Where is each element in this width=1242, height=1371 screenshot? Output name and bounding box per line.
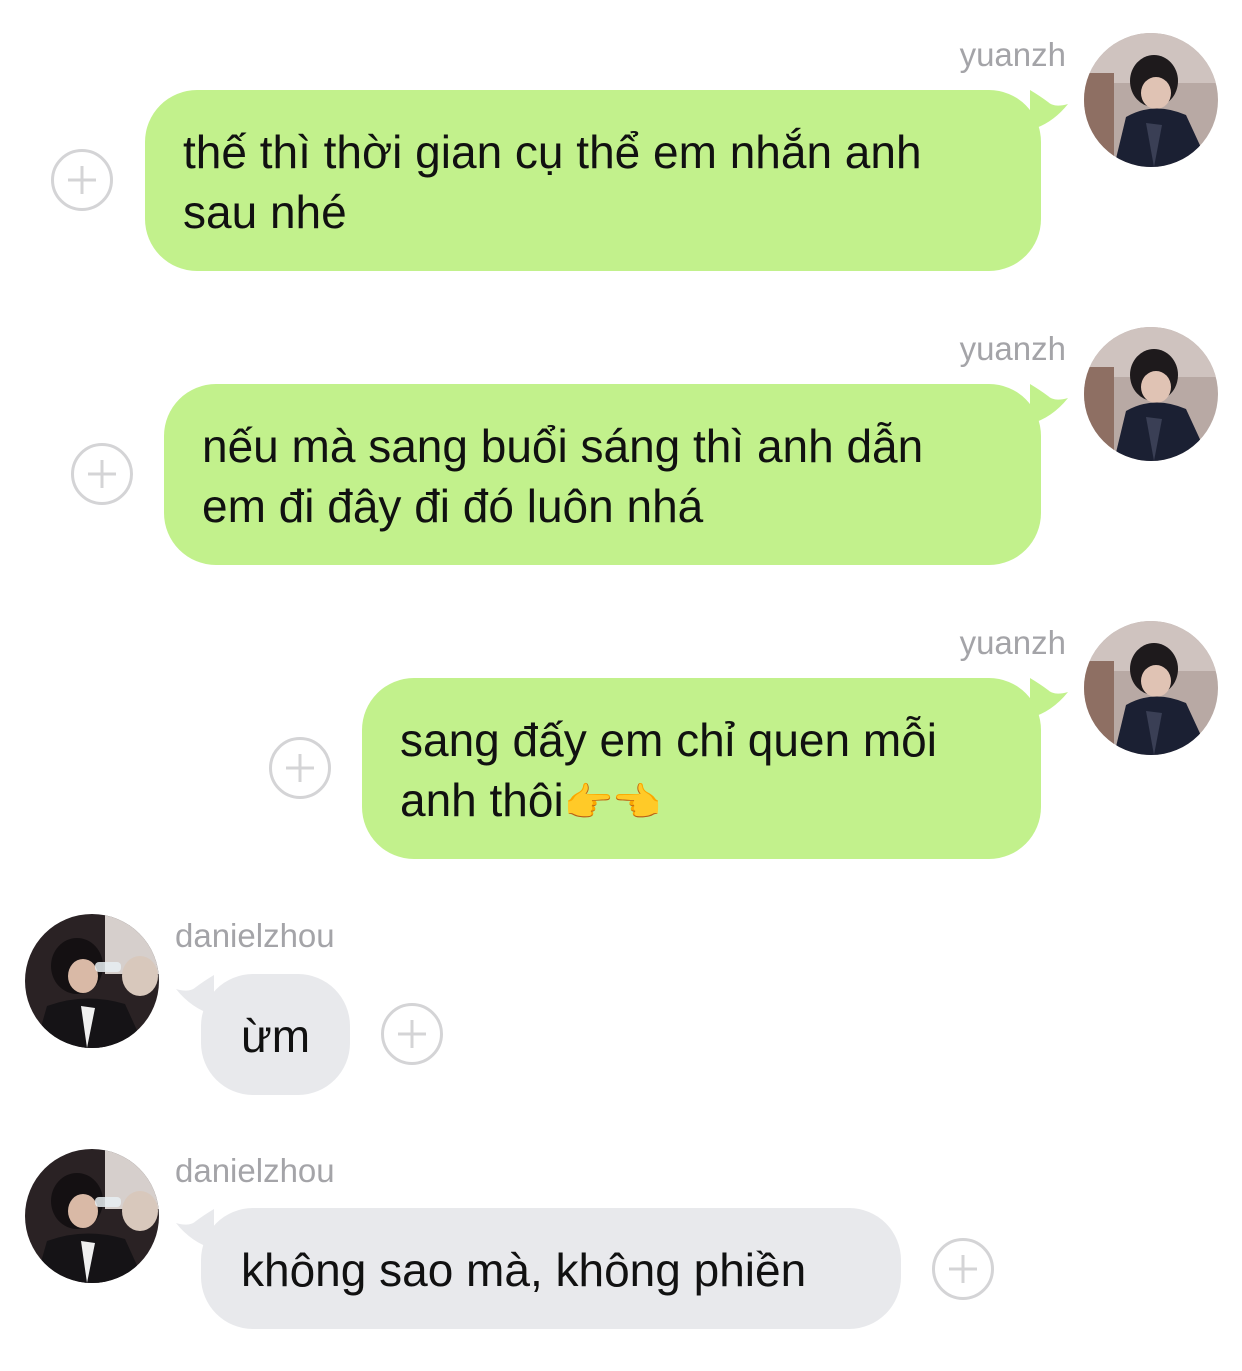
add-reaction-button[interactable]	[932, 1238, 994, 1300]
avatar-photo	[1084, 621, 1218, 755]
sender-name: danielzhou	[175, 917, 335, 954]
avatar-danielzhou[interactable]	[25, 914, 159, 1048]
message-text-line: anh thôi👉👈	[400, 770, 1005, 833]
pointing-fingers-emoji: 👉👈	[563, 781, 662, 825]
avatar-yuanzh[interactable]	[1084, 621, 1218, 755]
message-text-line: thế thì thời gian cụ thể em nhắn anh	[183, 126, 922, 178]
plus-circle-icon	[932, 1238, 994, 1300]
message-text-line: sau nhé	[183, 186, 347, 238]
avatar-yuanzh[interactable]	[1084, 327, 1218, 461]
message-text-line: ừm	[241, 1010, 311, 1062]
avatar-photo	[25, 1149, 159, 1283]
message-bubble[interactable]: không sao mà, không phiền	[201, 1208, 901, 1329]
add-reaction-button[interactable]	[71, 443, 133, 505]
plus-circle-icon	[381, 1003, 443, 1065]
avatar-photo	[1084, 33, 1218, 167]
message-text-line: không sao mà, không phiền	[241, 1244, 807, 1296]
add-reaction-button[interactable]	[381, 1003, 443, 1065]
message-text-line: nếu mà sang buổi sáng thì anh dẫn	[202, 420, 924, 472]
sender-name: yuanzh	[959, 330, 1066, 367]
avatar-photo	[25, 914, 159, 1048]
avatar-photo	[1084, 327, 1218, 461]
avatar-danielzhou[interactable]	[25, 1149, 159, 1283]
sender-name: danielzhou	[175, 1152, 335, 1189]
sender-name: yuanzh	[959, 624, 1066, 661]
message-bubble[interactable]: thế thì thời gian cụ thể em nhắn anh sau…	[145, 90, 1041, 271]
message-text: anh thôi	[400, 774, 564, 826]
message-text-line: sang đấy em chỉ quen mỗi	[400, 714, 937, 766]
message-text-line: em đi đây đi đó luôn nhá	[202, 480, 704, 532]
sender-name: yuanzh	[959, 36, 1066, 73]
message-bubble[interactable]: sang đấy em chỉ quen mỗi anh thôi👉👈	[362, 678, 1041, 859]
message-bubble[interactable]: ừm	[201, 974, 350, 1095]
plus-circle-icon	[71, 443, 133, 505]
message-bubble[interactable]: nếu mà sang buổi sáng thì anh dẫn em đi …	[164, 384, 1041, 565]
avatar-yuanzh[interactable]	[1084, 33, 1218, 167]
add-reaction-button[interactable]	[269, 737, 331, 799]
plus-circle-icon	[269, 737, 331, 799]
plus-circle-icon	[51, 149, 113, 211]
add-reaction-button[interactable]	[51, 149, 113, 211]
